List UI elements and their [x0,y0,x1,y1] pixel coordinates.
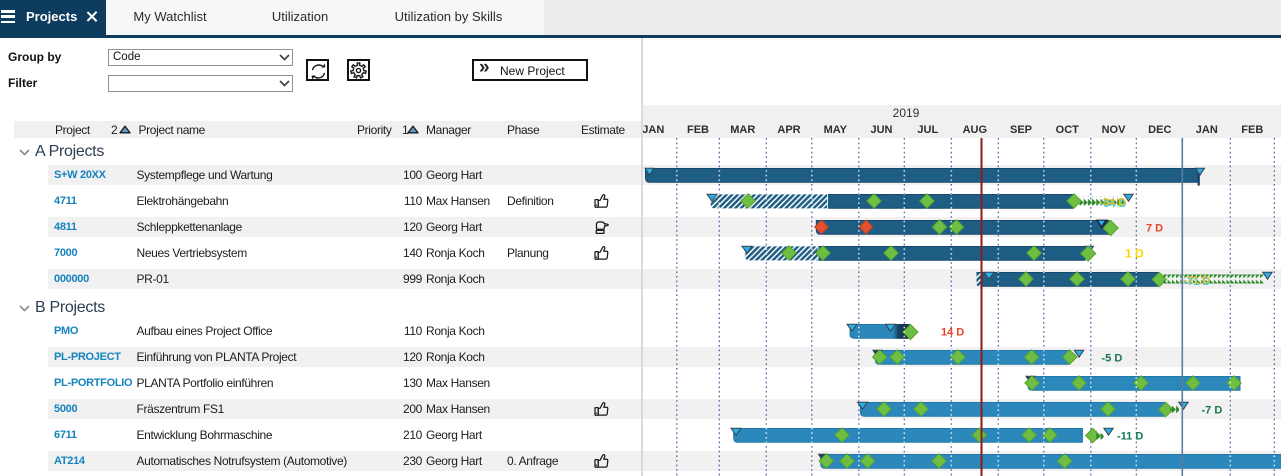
svg-text:MAR: MAR [730,124,755,136]
svg-text:-11 D: -11 D [1117,431,1143,443]
svg-text:JAN: JAN [1196,124,1218,136]
svg-text:-7 D: -7 D [1202,405,1223,417]
svg-text:OCT: OCT [1056,124,1080,136]
svg-text:FEB: FEB [1241,124,1263,136]
svg-text:APR: APR [777,124,800,136]
svg-text:FEB: FEB [687,124,709,136]
svg-text:JUL: JUL [917,124,938,136]
svg-text:-5 D: -5 D [1102,353,1123,365]
svg-text:MAY: MAY [824,124,848,136]
svg-text:DEC: DEC [1148,124,1171,136]
svg-text:JUN: JUN [870,124,892,136]
svg-text:NOV: NOV [1102,124,1127,136]
svg-text:2019: 2019 [893,106,920,120]
svg-text:-34 D: -34 D [1099,197,1126,209]
svg-text:JAN: JAN [643,124,664,136]
svg-text:SEP: SEP [1010,124,1032,136]
svg-text:1 D: 1 D [1125,247,1144,261]
svg-text:AUG: AUG [963,124,987,136]
svg-text:7 D: 7 D [1146,223,1163,235]
svg-text:14 D: 14 D [941,327,964,339]
svg-text:-71 D: -71 D [1183,275,1210,287]
